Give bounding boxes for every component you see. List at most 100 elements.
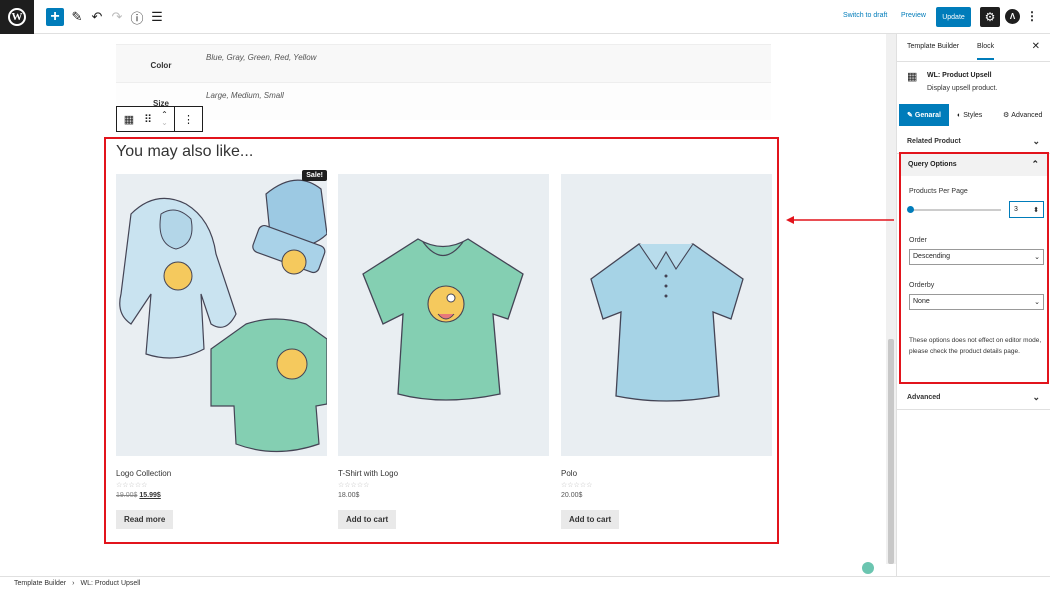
product-image[interactable] bbox=[338, 174, 549, 456]
add-to-cart-button[interactable]: Add to cart bbox=[338, 510, 397, 529]
edit-tools-icon[interactable]: ✎ bbox=[68, 8, 86, 26]
table-row: Size Large, Medium, Small bbox=[116, 82, 771, 120]
tshirt-illustration bbox=[362, 238, 524, 401]
redo-icon[interactable]: ↷ bbox=[108, 8, 126, 26]
select-value: None bbox=[913, 298, 930, 305]
attribute-value: Large, Medium, Small bbox=[206, 91, 284, 100]
table-row: Color Blue, Gray, Green, Red, Yellow bbox=[116, 44, 771, 82]
tab-block[interactable]: Block bbox=[977, 43, 995, 60]
palette-icon: ◐ bbox=[957, 111, 962, 119]
panel-title: Query Options bbox=[908, 161, 957, 168]
attribute-name: Color bbox=[150, 61, 172, 70]
tab-label: Advanced bbox=[1011, 111, 1043, 119]
query-note: These options does not effect on editor … bbox=[909, 337, 1042, 355]
chevron-down-icon: ⌄ bbox=[1032, 392, 1040, 402]
advanced-panel[interactable]: Advanced ⌄ bbox=[897, 386, 1050, 410]
product-price: 18.00$ bbox=[338, 492, 360, 499]
product-card: Polo ☆☆☆☆☆ 20.00$ Add to cart bbox=[561, 174, 772, 529]
attribute-value: Blue, Gray, Green, Red, Yellow bbox=[206, 53, 317, 62]
order-select[interactable]: Descending ⌄ bbox=[909, 249, 1044, 265]
product-name[interactable]: T-Shirt with Logo bbox=[338, 469, 549, 478]
list-view-icon[interactable]: ☰ bbox=[148, 8, 166, 26]
canvas-gutter bbox=[0, 34, 10, 564]
orderby-select[interactable]: None ⌄ bbox=[909, 294, 1044, 310]
chevron-up-icon: ⌃ bbox=[1031, 159, 1039, 169]
settings-sidebar: Template Builder Block ✕ ▦ WL: Product U… bbox=[896, 34, 1050, 576]
product-card: Sale! Logo Collection ☆☆☆☆☆ 19.00$ 15.99… bbox=[116, 170, 327, 529]
tab-general[interactable]: ✎ Genaral bbox=[899, 104, 949, 126]
tab-label: Styles bbox=[963, 111, 983, 119]
tab-label: Genaral bbox=[914, 111, 941, 119]
preview-link[interactable]: Preview bbox=[901, 12, 926, 19]
input-value: 3 bbox=[1014, 206, 1018, 213]
canvas-scrollbar[interactable] bbox=[886, 34, 896, 564]
sidebar-tabs: Template Builder Block ✕ bbox=[897, 34, 1050, 62]
wordpress-logo-button[interactable]: W bbox=[0, 0, 34, 34]
product-attributes-table: Color Blue, Gray, Green, Red, Yellow Siz… bbox=[116, 44, 771, 120]
update-button[interactable]: Update bbox=[936, 7, 971, 27]
settings-gear-icon[interactable]: ⚙ bbox=[980, 7, 1000, 27]
product-image[interactable] bbox=[116, 174, 327, 456]
editor-top-bar: W + ✎ ↶ ↷ ⓘ ☰ Switch to draft Preview Up… bbox=[0, 0, 1050, 34]
panel-title: Advanced bbox=[907, 394, 941, 401]
grid-icon: ▦ bbox=[907, 71, 918, 83]
product-name[interactable]: Logo Collection bbox=[116, 469, 327, 478]
close-icon[interactable]: ✕ bbox=[1032, 41, 1040, 52]
chevron-down-icon: ⌄ bbox=[1034, 254, 1040, 261]
orderby-label: Orderby bbox=[909, 282, 935, 289]
query-options-header[interactable]: Query Options ⌃ bbox=[901, 154, 1047, 176]
scrollbar-thumb[interactable] bbox=[888, 339, 894, 564]
product-rating: ☆☆☆☆☆ bbox=[561, 482, 593, 489]
wordpress-icon: W bbox=[8, 8, 26, 26]
block-options-icon[interactable]: ⋮ bbox=[175, 107, 202, 131]
product-rating: ☆☆☆☆☆ bbox=[116, 482, 148, 489]
read-more-button[interactable]: Read more bbox=[116, 510, 174, 529]
product-price: 20.00$ bbox=[561, 492, 583, 499]
chevron-down-icon: ⌄ bbox=[1034, 299, 1040, 306]
polo-shirt-illustration bbox=[590, 243, 744, 402]
chevron-down-icon: ⌄ bbox=[1032, 136, 1040, 146]
breadcrumb-root[interactable]: Template Builder bbox=[14, 580, 66, 587]
products-per-page-input[interactable]: 3 ⬍ bbox=[1009, 201, 1044, 218]
query-options-panel: Query Options ⌃ Products Per Page 3 ⬍ Orde… bbox=[899, 152, 1049, 384]
upsell-heading: You may also like... bbox=[116, 143, 254, 160]
help-bubble-icon[interactable] bbox=[862, 562, 874, 574]
details-info-icon[interactable]: ⓘ bbox=[128, 8, 146, 26]
tab-template-builder[interactable]: Template Builder bbox=[907, 43, 959, 50]
product-name[interactable]: Polo bbox=[561, 469, 772, 478]
move-up-down-icon[interactable]: ⌃ ⌄ bbox=[155, 107, 175, 131]
gear-icon: ⚙ bbox=[1003, 112, 1010, 119]
drag-handle-icon[interactable]: ⠿ bbox=[141, 107, 155, 131]
product-image[interactable] bbox=[561, 174, 772, 456]
switch-to-draft-link[interactable]: Switch to draft bbox=[843, 12, 887, 19]
more-options-icon[interactable]: ⋮ bbox=[1026, 9, 1038, 23]
stepper-icon[interactable]: ⬍ bbox=[1033, 206, 1039, 214]
tab-styles[interactable]: ◐ Styles bbox=[957, 104, 982, 126]
astra-icon[interactable]: Λ bbox=[1005, 9, 1020, 24]
panel-title: Related Product bbox=[907, 138, 961, 145]
products-per-page-slider[interactable] bbox=[909, 209, 1001, 211]
slider-handle[interactable] bbox=[907, 206, 914, 213]
select-value: Descending bbox=[913, 253, 950, 260]
add-block-button[interactable]: + bbox=[46, 8, 64, 26]
order-label: Order bbox=[909, 237, 927, 244]
block-toolbar: ▦ ⠿ ⌃ ⌄ ⋮ bbox=[116, 106, 203, 132]
annotation-arrow bbox=[786, 216, 894, 224]
sale-price: 15.99$ bbox=[139, 492, 161, 499]
block-description: Display upsell product. bbox=[927, 85, 998, 92]
wrench-icon: ✎ bbox=[907, 112, 913, 119]
breadcrumb-separator-icon: › bbox=[72, 580, 75, 587]
tab-advanced[interactable]: ⚙ Advanced bbox=[1003, 104, 1042, 126]
block-type-grid-icon[interactable]: ▦ bbox=[117, 107, 141, 131]
breadcrumb: Template Builder › WL: Product Upsell bbox=[0, 576, 1050, 590]
sale-badge: Sale! bbox=[302, 170, 327, 181]
products-per-page-label: Products Per Page bbox=[909, 188, 968, 195]
block-settings-tabs: ✎ Genaral ◐ Styles ⚙ Advanced bbox=[899, 104, 1050, 128]
breadcrumb-current[interactable]: WL: Product Upsell bbox=[80, 580, 140, 587]
old-price: 19.00$ bbox=[116, 492, 138, 499]
logo-collection-illustration bbox=[119, 179, 327, 453]
related-product-panel[interactable]: Related Product ⌄ bbox=[897, 130, 1050, 154]
product-rating: ☆☆☆☆☆ bbox=[338, 482, 370, 489]
add-to-cart-button[interactable]: Add to cart bbox=[561, 510, 620, 529]
undo-icon[interactable]: ↶ bbox=[88, 8, 106, 26]
